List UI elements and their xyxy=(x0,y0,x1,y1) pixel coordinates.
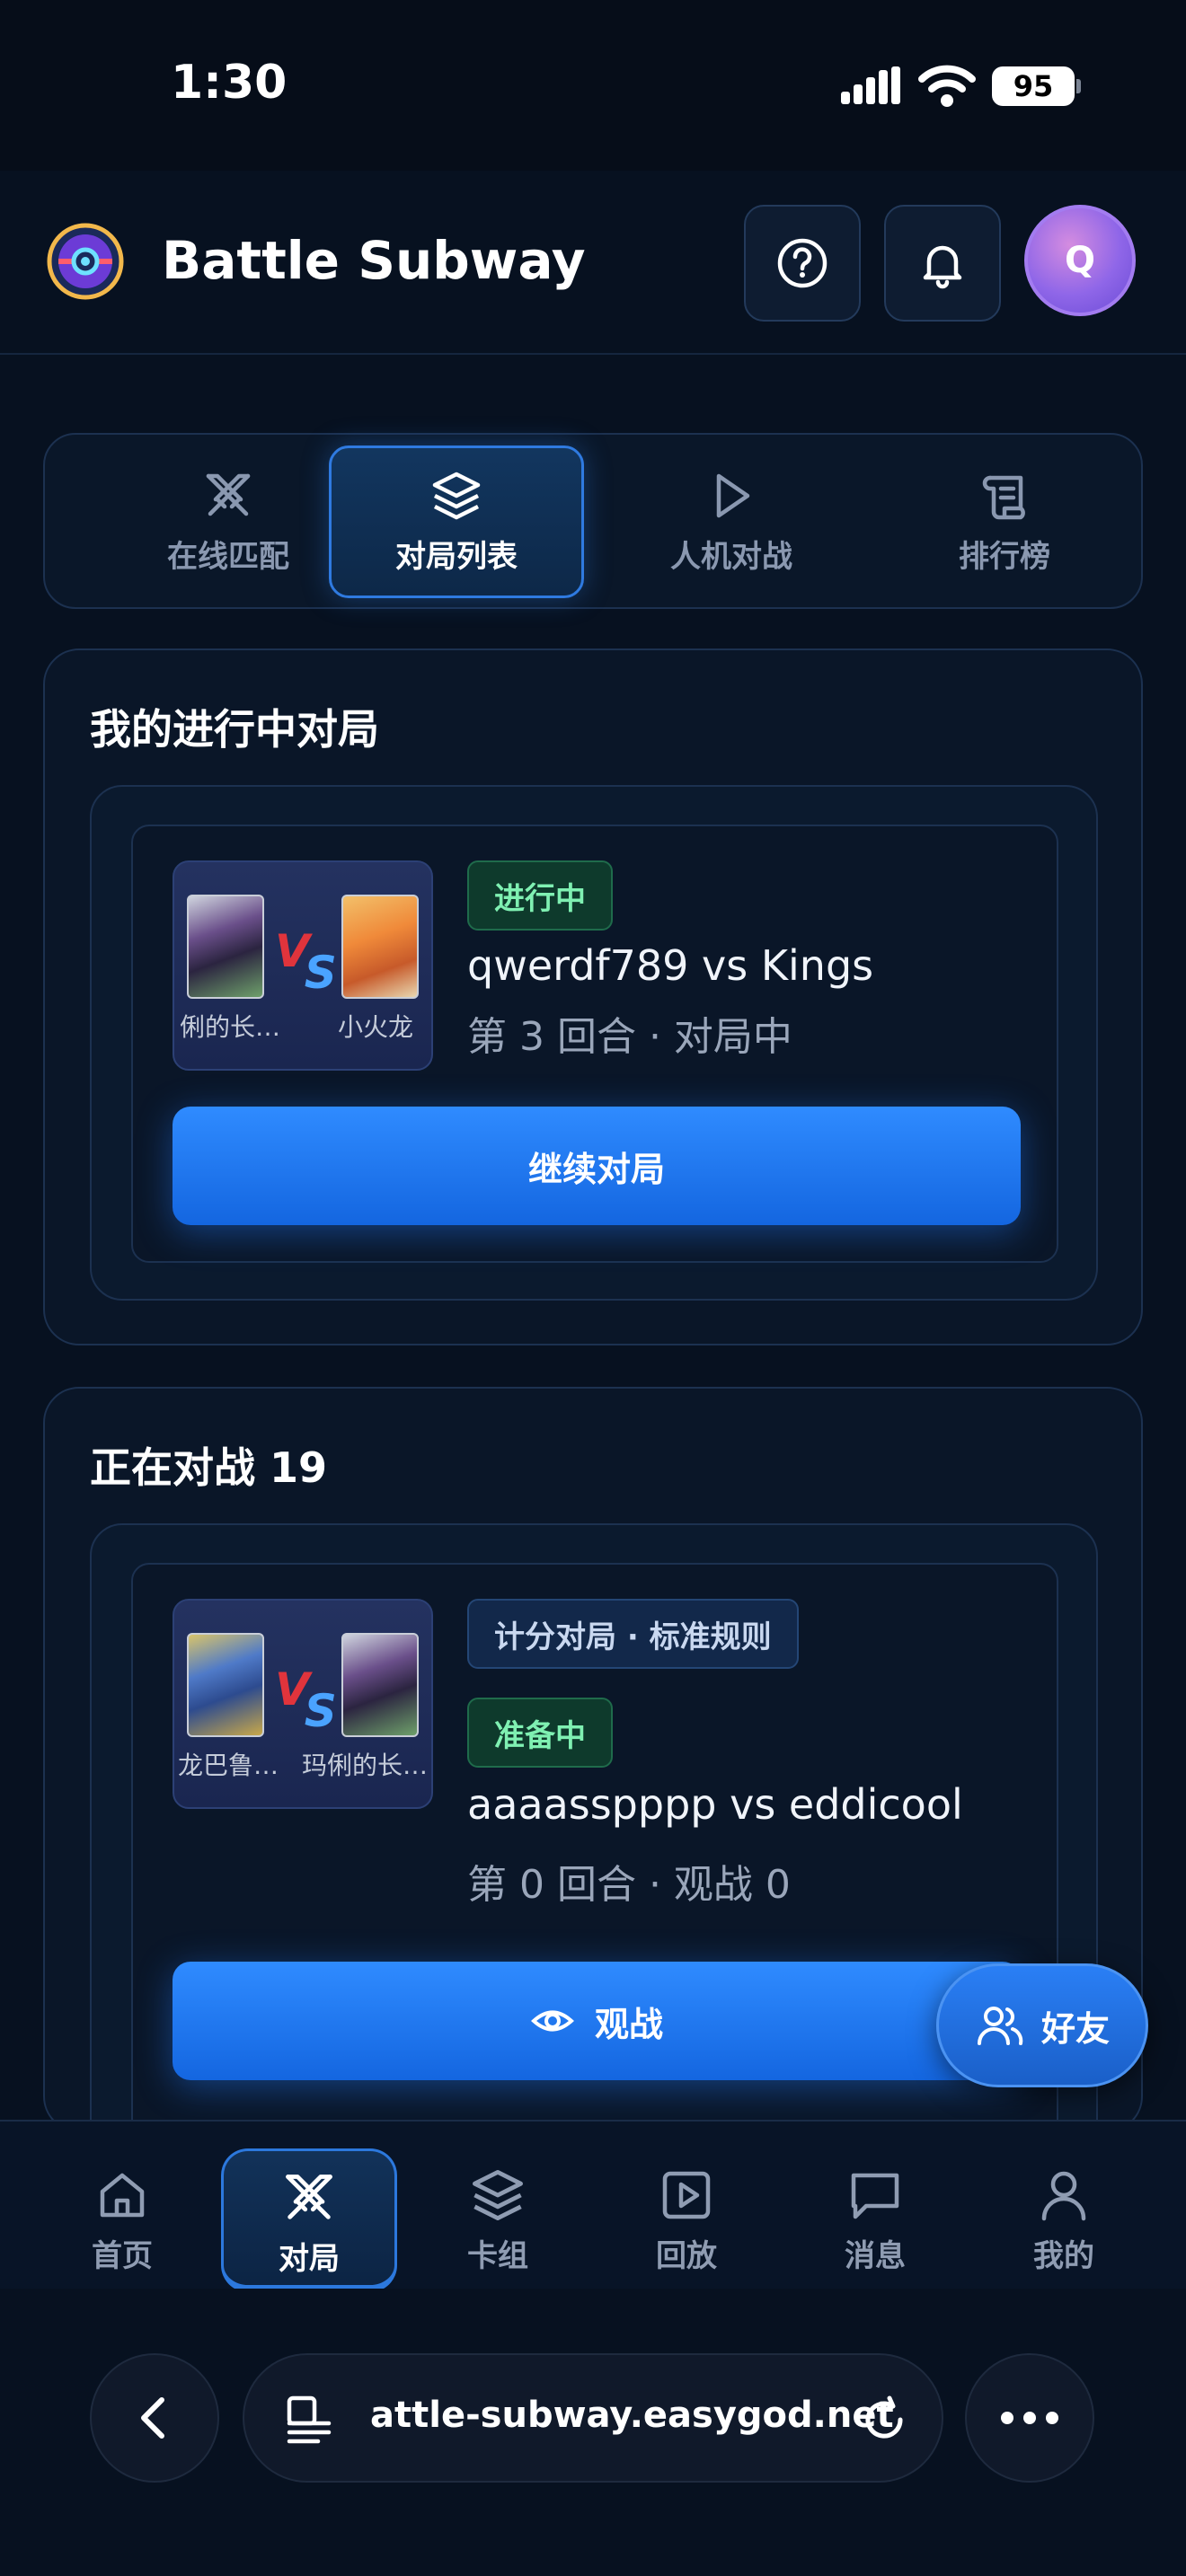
friends-label: 好友 xyxy=(1040,2008,1110,2049)
bottom-nav: 首页 对局 卡组 回放 消息 我的 xyxy=(0,2120,1186,2292)
app-header: Battle Subway Q xyxy=(0,171,1186,355)
site-settings-icon[interactable] xyxy=(282,2393,336,2447)
tab-leaderboard[interactable]: 排行榜 xyxy=(877,446,1132,598)
clock: 1:30 xyxy=(171,56,288,110)
tab-label: 排行榜 xyxy=(959,538,1050,575)
play-icon xyxy=(716,473,750,517)
bell-icon xyxy=(923,245,962,289)
crossed-swords-icon xyxy=(286,2175,332,2219)
vs-mark: VS xyxy=(275,1663,337,1737)
card-name-right: 玛俐的长… xyxy=(302,1751,429,1780)
card-name-left: 龙巴鲁… xyxy=(178,1751,279,1780)
tab-label: 对局列表 xyxy=(395,538,518,575)
nav-label: 首页 xyxy=(92,2238,153,2274)
message-icon xyxy=(851,2173,899,2219)
address-bar[interactable]: attle-subway.easygod.net xyxy=(243,2353,943,2483)
cellular-signal-icon xyxy=(841,66,900,104)
browser-more-button[interactable] xyxy=(965,2353,1094,2483)
avatar[interactable]: Q xyxy=(1024,205,1136,316)
user-icon xyxy=(1041,2171,1086,2221)
card-image-right xyxy=(341,895,419,999)
help-button[interactable] xyxy=(744,205,861,322)
status-badge: 准备中 xyxy=(467,1698,613,1768)
status-bar: 1:30 95 xyxy=(0,0,1186,171)
nav-label: 消息 xyxy=(845,2238,906,2274)
nav-replay[interactable]: 回放 xyxy=(598,2148,774,2292)
replay-icon xyxy=(662,2171,711,2219)
match-thumbnail[interactable]: VS 龙巴鲁… 玛俐的长… xyxy=(173,1599,433,1809)
nav-messages[interactable]: 消息 xyxy=(787,2148,963,2292)
match-thumbnail[interactable]: VS 俐的长… 小火龙 xyxy=(173,860,433,1071)
match-subtitle: 第 0 回合 · 观战 0 xyxy=(467,1862,791,1908)
nav-label: 卡组 xyxy=(467,2238,528,2274)
friends-button[interactable]: 好友 xyxy=(936,1963,1148,2087)
help-icon xyxy=(777,238,828,288)
nav-decks[interactable]: 卡组 xyxy=(410,2148,586,2292)
eye-icon xyxy=(531,2010,574,2032)
home-icon xyxy=(100,2173,145,2218)
nav-profile[interactable]: 我的 xyxy=(976,2148,1152,2292)
button-label: 观战 xyxy=(594,2004,663,2044)
match-card: VS 龙巴鲁… 玛俐的长… 计分对局 · 标准规则 准备中 aaaasspppp… xyxy=(131,1563,1058,2130)
my-games-section: 我的进行中对局 VS 俐的长… 小火龙 进行中 qwerdf789 vs Kin… xyxy=(43,648,1143,1345)
nav-matches[interactable]: 对局 xyxy=(221,2148,397,2292)
card-name-left: 俐的长… xyxy=(180,1012,281,1042)
wifi-icon xyxy=(918,65,976,107)
battery-level: 95 xyxy=(992,66,1075,106)
crossed-swords-icon xyxy=(206,473,251,516)
match-title: aaaasspppp vs eddicool xyxy=(467,1780,963,1829)
section-title: 我的进行中对局 xyxy=(90,705,379,754)
nav-label: 我的 xyxy=(1033,2238,1094,2274)
layers-icon xyxy=(432,472,481,519)
match-mode-tabs: 在线匹配 对局列表 人机对战 排行榜 xyxy=(43,433,1143,609)
chevron-left-icon xyxy=(141,2397,164,2439)
match-card: VS 俐的长… 小火龙 进行中 qwerdf789 vs Kings 第 3 回… xyxy=(131,825,1058,1263)
section-title: 正在对战 19 xyxy=(90,1443,328,1492)
browser-back-button[interactable] xyxy=(90,2353,219,2483)
card-image-left xyxy=(187,895,264,999)
nav-home[interactable]: 首页 xyxy=(34,2148,210,2292)
button-label: 继续对局 xyxy=(527,1149,665,1189)
url-text: attle-subway.easygod.net xyxy=(370,2395,894,2436)
tab-label: 人机对战 xyxy=(670,538,792,575)
spectate-button[interactable]: 观战 xyxy=(173,1962,1021,2080)
status-badge: 进行中 xyxy=(467,860,613,931)
tab-vs-ai[interactable]: 人机对战 xyxy=(604,446,859,598)
friends-icon xyxy=(977,2007,1023,2045)
tab-label: 在线匹配 xyxy=(167,538,289,575)
card-name-right: 小火龙 xyxy=(338,1012,414,1042)
match-subtitle: 第 3 回合 · 对局中 xyxy=(467,1014,792,1060)
notifications-button[interactable] xyxy=(884,205,1001,322)
match-title: qwerdf789 vs Kings xyxy=(467,941,874,990)
nav-label: 回放 xyxy=(656,2238,717,2274)
continue-match-button[interactable]: 继续对局 xyxy=(173,1107,1021,1225)
layers-icon xyxy=(473,2170,523,2220)
card-image-right xyxy=(341,1633,419,1737)
app-logo-icon[interactable] xyxy=(47,223,124,300)
reload-icon[interactable] xyxy=(857,2393,911,2447)
mode-badge: 计分对局 · 标准规则 xyxy=(467,1599,799,1669)
app-title: Battle Subway xyxy=(162,230,586,291)
nav-label: 对局 xyxy=(279,2241,340,2277)
tab-match-list[interactable]: 对局列表 xyxy=(329,446,584,598)
my-games-container: VS 俐的长… 小火龙 进行中 qwerdf789 vs Kings 第 3 回… xyxy=(90,785,1098,1301)
scroll-icon xyxy=(982,475,1025,519)
more-icon xyxy=(1001,2412,1058,2424)
vs-mark: VS xyxy=(275,925,337,999)
battery-tip xyxy=(1076,79,1081,93)
browser-toolbar: attle-subway.easygod.net xyxy=(0,2289,1186,2576)
tab-online-match[interactable]: 在线匹配 xyxy=(101,446,356,598)
card-image-left xyxy=(187,1633,264,1737)
